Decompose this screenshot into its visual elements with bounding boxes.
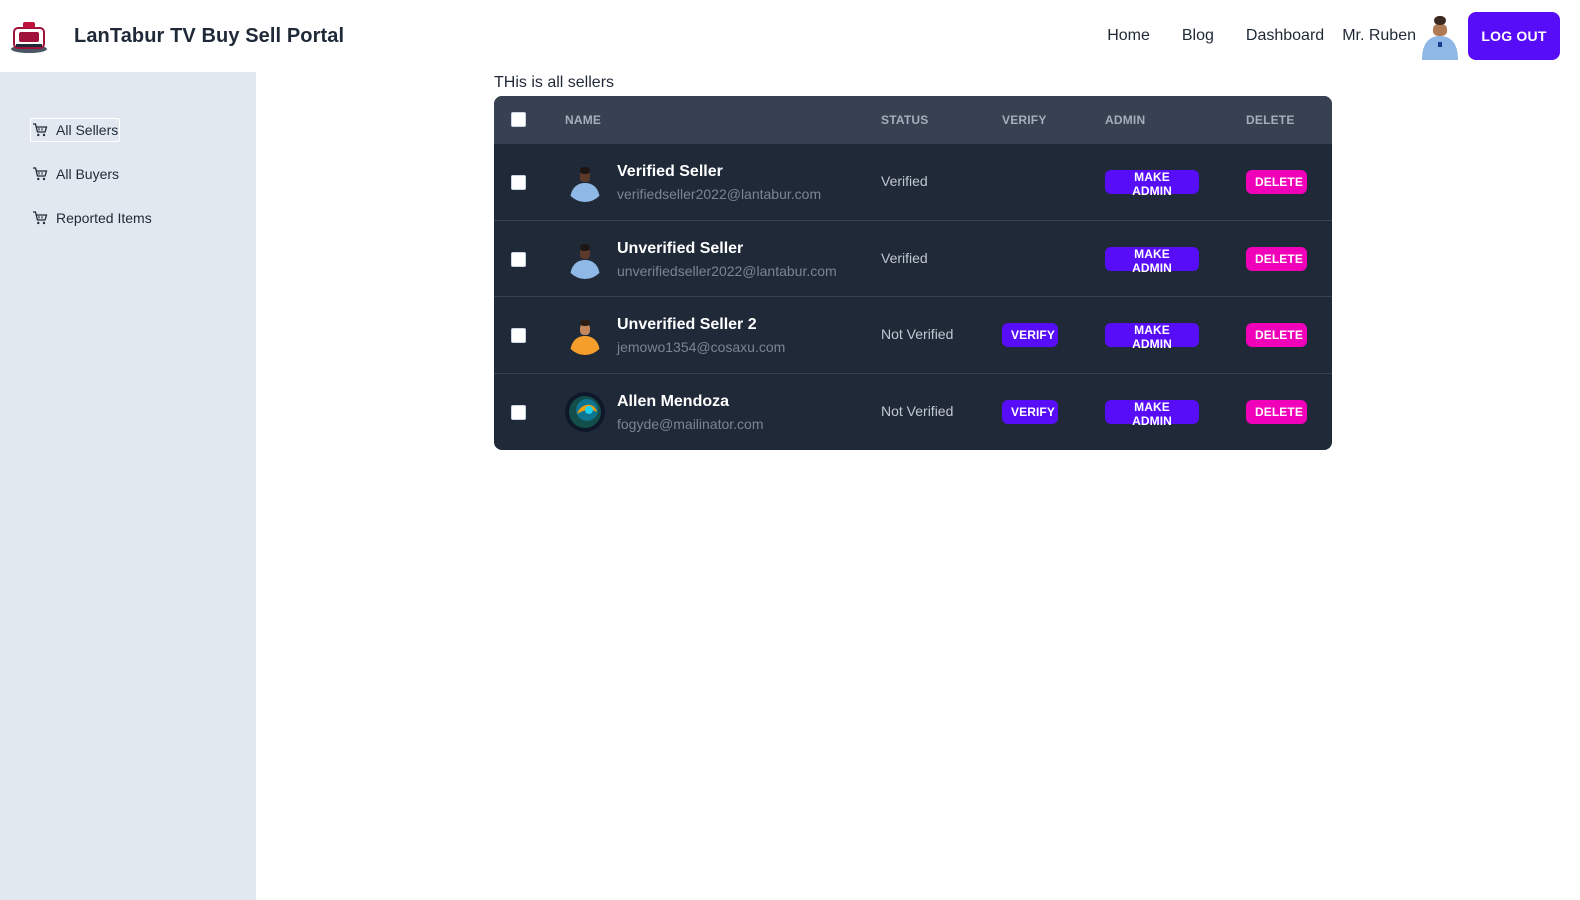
sidebar-item-label: All Sellers — [56, 122, 119, 138]
column-header-status: Status — [881, 113, 929, 127]
user-name: Mr. Ruben — [1342, 27, 1416, 44]
brand-logo-icon — [11, 22, 47, 53]
status-text: Not Verified — [881, 402, 954, 419]
row-checkbox[interactable] — [511, 251, 526, 267]
verify-button[interactable]: VERIFY — [1002, 323, 1058, 347]
make-admin-button[interactable]: MAKE ADMIN — [1105, 399, 1199, 428]
seller-name: Unverified Seller — [617, 239, 744, 257]
status-text: Verified — [881, 249, 928, 266]
make-admin-button[interactable]: MAKE ADMIN — [1105, 323, 1199, 351]
seller-email: fogyde@mailinator.com — [617, 415, 764, 432]
sidebar-item-reported-items[interactable]: Reported Items — [30, 206, 154, 230]
delete-button[interactable]: DELETE — [1246, 170, 1307, 194]
sidebar-item-label: All Buyers — [56, 166, 120, 182]
cart-icon — [33, 167, 48, 181]
brand-title: LanTabur TV Buy Sell Portal — [74, 24, 345, 47]
nav-link-dashboard[interactable]: Dashboard — [1230, 27, 1340, 45]
sidebar: All Sellers All Buyers Reported Items — [0, 72, 256, 900]
verify-button[interactable]: VERIFY — [1002, 399, 1058, 424]
table-row: Unverified Seller unverifiedseller2022@l… — [494, 219, 1332, 297]
cart-icon — [33, 211, 48, 225]
seller-name: Verified Seller — [617, 163, 723, 180]
sellers-table: Name Status Verify Admin Delete Verified… — [494, 96, 1332, 450]
logout-button[interactable]: LOG OUT — [1468, 12, 1560, 60]
seller-email: verifiedseller2022@lantabur.com — [617, 186, 822, 202]
avatar — [565, 238, 605, 279]
row-checkbox[interactable] — [511, 404, 526, 420]
nav-menu: Home Blog Dashboard Mr. Ruben LOG OUT — [1091, 0, 1580, 72]
sidebar-menu: All Sellers All Buyers Reported Items — [0, 72, 256, 230]
sidebar-item-label: Reported Items — [56, 210, 152, 226]
avatar — [565, 315, 605, 355]
table-header: Name Status Verify Admin Delete — [494, 96, 1332, 143]
nav-link-home[interactable]: Home — [1091, 27, 1166, 45]
column-header-delete: Delete — [1246, 113, 1295, 127]
cart-icon — [33, 123, 48, 137]
table-row: Unverified Seller 2 jemowo1354@cosaxu.co… — [494, 296, 1332, 373]
row-checkbox[interactable] — [511, 175, 526, 190]
seller-email: jemowo1354@cosaxu.com — [617, 339, 786, 355]
page-title: THis is all sellers — [494, 74, 615, 91]
nav-link-blog[interactable]: Blog — [1166, 27, 1230, 45]
avatar — [565, 391, 605, 432]
delete-button[interactable]: DELETE — [1246, 323, 1307, 347]
user-avatar[interactable] — [1420, 12, 1460, 60]
sidebar-item-all-sellers[interactable]: All Sellers — [30, 118, 121, 142]
column-header-name: Name — [565, 113, 602, 127]
delete-button[interactable]: DELETE — [1246, 399, 1307, 424]
avatar — [565, 162, 605, 202]
make-admin-button[interactable]: MAKE ADMIN — [1105, 170, 1199, 198]
make-admin-button[interactable]: MAKE ADMIN — [1105, 246, 1199, 275]
column-header-admin: Admin — [1105, 113, 1146, 127]
select-all-checkbox[interactable] — [511, 112, 526, 127]
status-text: Not Verified — [881, 326, 954, 342]
brand[interactable]: LanTabur TV Buy Sell Portal — [0, 18, 344, 54]
table-row: Allen Mendoza fogyde@mailinator.com Not … — [494, 372, 1332, 450]
delete-button[interactable]: DELETE — [1246, 246, 1307, 271]
navbar: LanTabur TV Buy Sell Portal Home Blog Da… — [0, 0, 1580, 72]
seller-name: Allen Mendoza — [617, 392, 730, 410]
row-checkbox[interactable] — [511, 328, 526, 343]
sidebar-item-all-buyers[interactable]: All Buyers — [30, 162, 121, 186]
seller-email: unverifiedseller2022@lantabur.com — [617, 262, 837, 279]
column-header-verify: Verify — [1002, 113, 1047, 127]
seller-name: Unverified Seller 2 — [617, 316, 757, 333]
table-row: Verified Seller verifiedseller2022@lanta… — [494, 143, 1332, 220]
status-text: Verified — [881, 173, 928, 189]
